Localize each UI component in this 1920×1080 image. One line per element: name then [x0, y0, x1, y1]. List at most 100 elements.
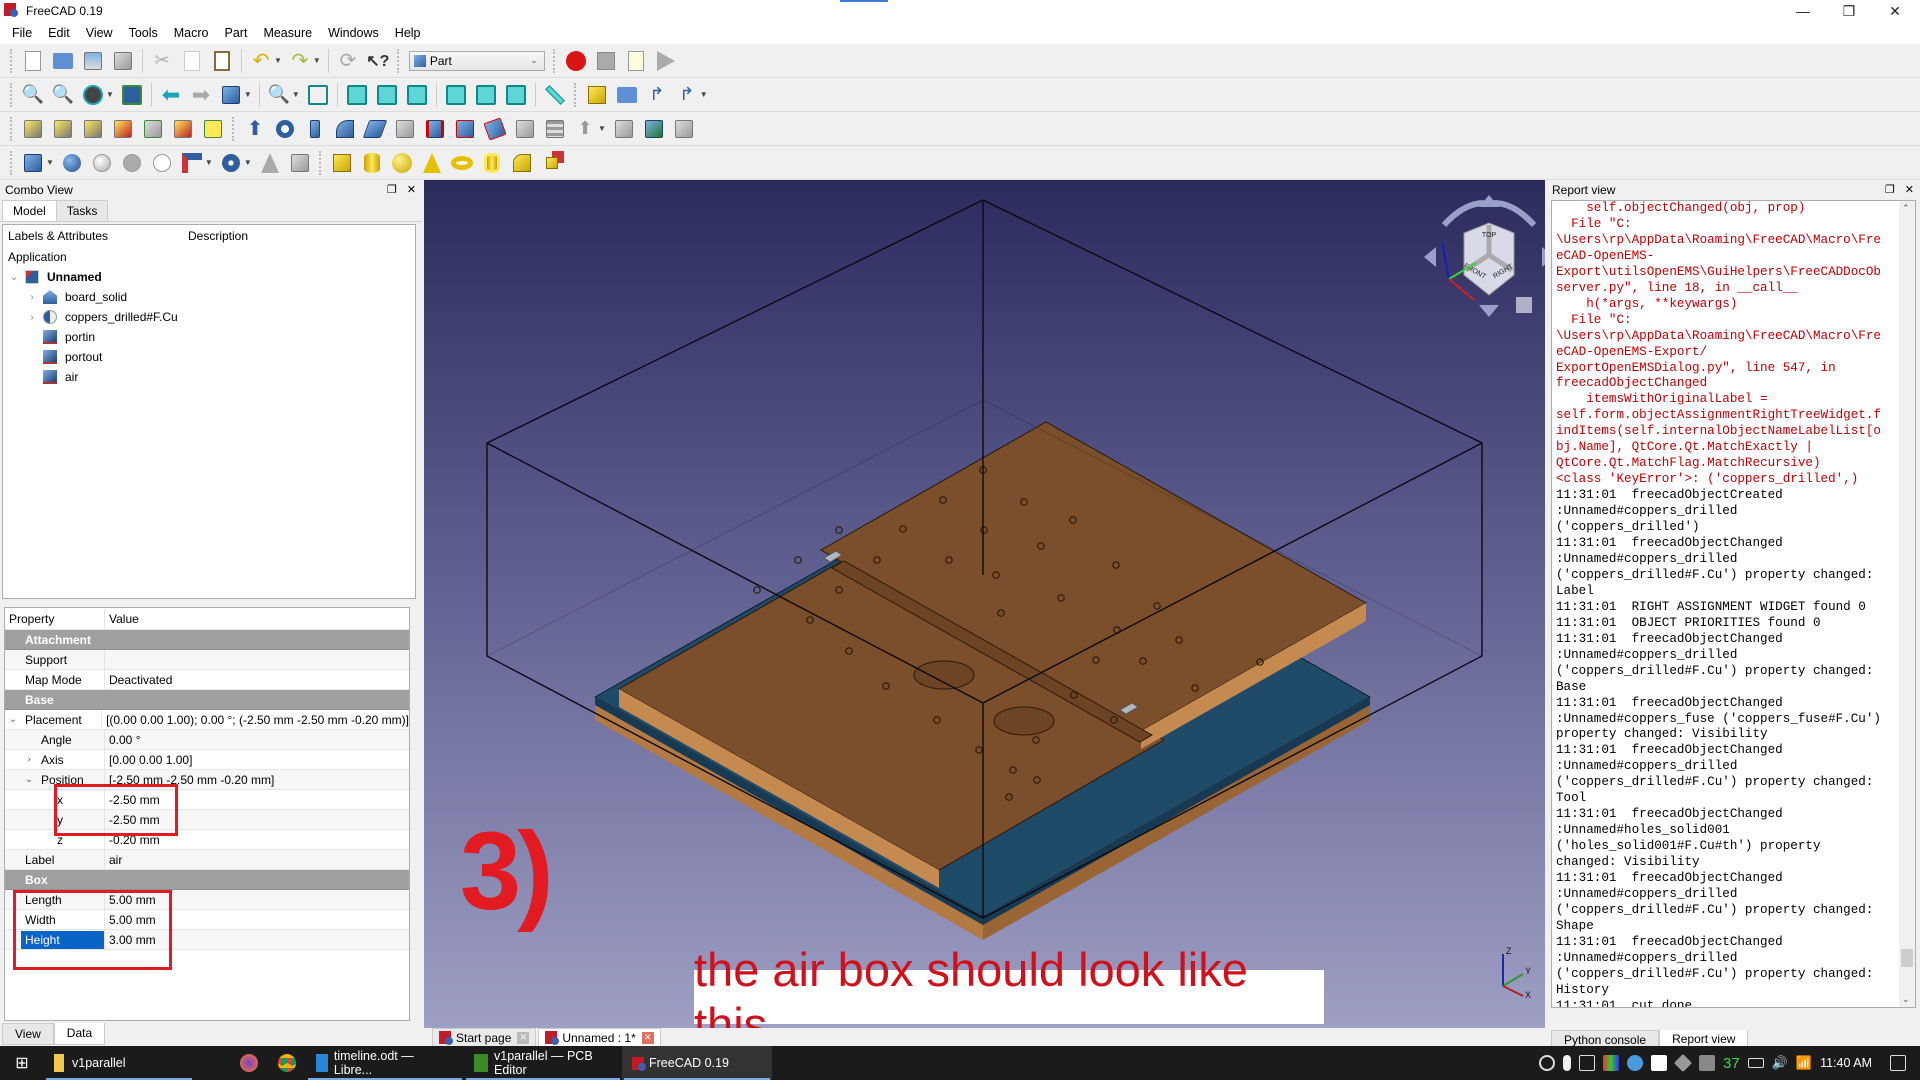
scroll-down-icon[interactable]: ⌄ [1902, 994, 1910, 1005]
front-view-icon[interactable] [345, 83, 369, 107]
property-row[interactable]: Height 3.00 mm [5, 929, 409, 950]
tab-unnamed[interactable]: Unnamed : 1* ✕ [538, 1028, 661, 1046]
chevron-down-icon[interactable]: ⌄ [7, 272, 21, 283]
float-panel-icon[interactable]: ❐ [387, 183, 397, 196]
macro-run-icon[interactable] [654, 49, 678, 73]
tab-view[interactable]: View [2, 1023, 54, 1045]
extrude-icon[interactable]: ⬆ [243, 117, 267, 141]
tree-item[interactable]: portin [3, 327, 415, 347]
menu-windows[interactable]: Windows [320, 26, 387, 40]
zoom-icon[interactable]: 🔍 [267, 83, 291, 107]
toolbar-grip[interactable] [232, 116, 236, 141]
undo-icon[interactable]: ↶ [249, 49, 273, 73]
fuse-icon[interactable] [120, 151, 144, 175]
copy-icon[interactable] [180, 49, 204, 73]
menu-part[interactable]: Part [217, 26, 256, 40]
boolean-icon[interactable] [60, 151, 84, 175]
tree-item[interactable]: › coppers_drilled#F.Cu [3, 307, 415, 327]
property-row[interactable]: y -2.50 mm [5, 809, 409, 830]
menu-measure[interactable]: Measure [255, 26, 320, 40]
rotate-down-icon[interactable] [1479, 305, 1499, 317]
cut-icon[interactable]: ✂ [150, 49, 174, 73]
property-value[interactable]: 0.00 ° [105, 733, 141, 747]
bottom-view-icon[interactable] [474, 83, 498, 107]
primitives-icon[interactable] [510, 151, 534, 175]
property-header-value[interactable]: Value [105, 612, 139, 626]
property-value[interactable]: [-2.50 mm -2.50 mm -0.20 mm] [105, 773, 274, 787]
restore-button[interactable]: ❐ [1826, 0, 1872, 22]
chevron-right-icon[interactable]: › [25, 292, 39, 303]
property-value[interactable]: Deactivated [105, 673, 172, 687]
thickness-icon[interactable] [612, 117, 636, 141]
std-view-icon[interactable] [219, 83, 243, 107]
navigation-cube[interactable]: TOP FRONT RIGHT [1414, 185, 1545, 335]
float-panel-icon[interactable]: ❐ [1885, 183, 1895, 196]
defeaturing-icon[interactable] [288, 151, 312, 175]
property-value[interactable]: 3.00 mm [105, 933, 156, 947]
right-view-icon[interactable] [405, 83, 429, 107]
measure-toggle-all-icon[interactable] [141, 117, 165, 141]
toolbar-grip[interactable] [10, 82, 14, 107]
tree-item[interactable]: air [3, 367, 415, 387]
section-icon[interactable] [513, 117, 537, 141]
close-tab-icon[interactable]: ✕ [641, 1031, 654, 1044]
taskbar-item-explorer[interactable]: v1parallel [44, 1046, 194, 1080]
forward-icon[interactable]: ➡ [189, 83, 213, 107]
screen-capture-icon[interactable] [1579, 1055, 1596, 1071]
chevron-right-icon[interactable]: › [25, 312, 39, 323]
property-value[interactable]: -2.50 mm [105, 813, 160, 827]
workbench-selector[interactable]: Part ⌄ [408, 50, 545, 71]
menu-macro[interactable]: Macro [166, 26, 217, 40]
property-value[interactable]: -2.50 mm [105, 793, 160, 807]
google-drive-icon[interactable] [1651, 1055, 1668, 1071]
property-row[interactable]: Label air [5, 849, 409, 870]
offset-icon[interactable]: ⬆ [573, 117, 597, 141]
close-panel-icon[interactable]: ✕ [407, 183, 416, 196]
measure-angular-icon[interactable] [51, 117, 75, 141]
chevron-down-icon[interactable]: ⌄ [21, 774, 37, 785]
redo-icon[interactable]: ↷ [288, 49, 312, 73]
toolbar-grip[interactable] [318, 150, 323, 175]
cut-boolean-icon[interactable] [90, 151, 114, 175]
toolbar-grip[interactable] [10, 116, 14, 141]
property-value[interactable]: 5.00 mm [105, 893, 156, 907]
rotate-right-icon[interactable] [1542, 247, 1545, 267]
isometric-icon[interactable] [306, 83, 330, 107]
tube-icon[interactable] [480, 151, 504, 175]
paste-icon[interactable] [210, 49, 234, 73]
mirror-icon[interactable] [303, 117, 327, 141]
sphere-icon[interactable] [390, 151, 414, 175]
tab-tasks[interactable]: Tasks [55, 200, 109, 221]
toolbar-grip[interactable] [10, 150, 14, 175]
macro-stop-icon[interactable] [594, 49, 618, 73]
projection-icon[interactable] [642, 117, 666, 141]
draw-style-dropdown-icon[interactable]: ▼ [106, 90, 114, 99]
toolbar-grip[interactable] [396, 48, 401, 73]
property-row[interactable]: ⌄ Placement [(0.00 0.00 1.00); 0.00 °; (-2… [5, 709, 409, 730]
left-view-icon[interactable] [504, 83, 528, 107]
roll-left-icon[interactable] [1441, 200, 1485, 228]
measure-refresh-icon[interactable] [81, 117, 105, 141]
property-value[interactable]: air [105, 853, 122, 867]
cylinder-icon[interactable] [360, 151, 384, 175]
diamond-app-icon[interactable] [1673, 1053, 1693, 1073]
rotate-left-icon[interactable] [1424, 247, 1436, 267]
property-row[interactable]: x -2.50 mm [5, 789, 409, 810]
join-dropdown-icon[interactable]: ▼ [205, 158, 213, 167]
view-menu-icon[interactable] [1516, 297, 1532, 313]
taskbar-item-chrome[interactable] [268, 1046, 306, 1080]
toolbar-grip[interactable] [573, 82, 578, 107]
tree-document[interactable]: ⌄ Unnamed [3, 267, 415, 287]
property-value[interactable]: -0.20 mm [105, 833, 160, 847]
loft-icon[interactable] [453, 117, 477, 141]
obs-icon[interactable] [1539, 1055, 1556, 1071]
macro-record-icon[interactable] [564, 49, 588, 73]
make-face-icon[interactable] [393, 117, 417, 141]
property-value[interactable]: [(0.00 0.00 1.00); 0.00 °; (-2.50 mm -2.… [102, 713, 409, 727]
common-icon[interactable] [150, 151, 174, 175]
taskbar-item-pcbnew[interactable]: v1parallel — PCB Editor [464, 1046, 622, 1080]
close-button[interactable]: ✕ [1872, 0, 1918, 22]
menu-view[interactable]: View [78, 26, 121, 40]
square-app-icon[interactable] [1699, 1055, 1716, 1071]
clock[interactable]: 11:40 AM [1820, 1056, 1872, 1070]
